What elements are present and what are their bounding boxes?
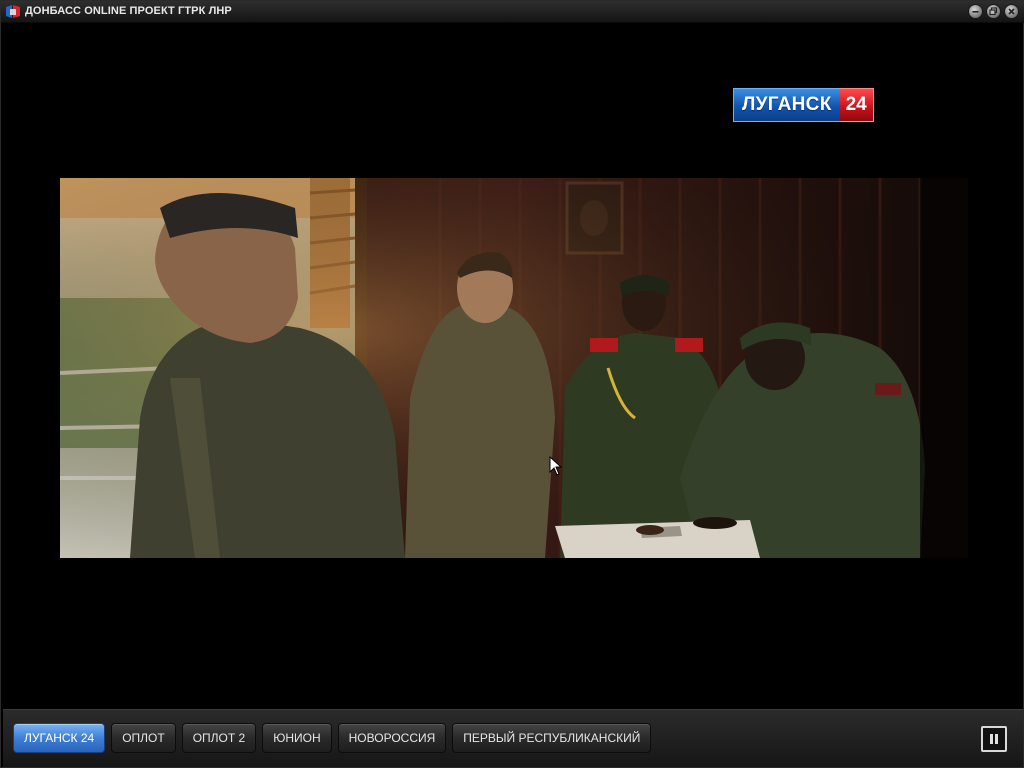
channel-logo-name: ЛУГАНСК — [733, 88, 840, 122]
channel-button-union[interactable]: ЮНИОН — [262, 723, 332, 753]
mouse-cursor-icon — [549, 456, 562, 476]
restore-icon — [987, 5, 1000, 18]
channel-button-lugansk-24[interactable]: ЛУГАНСК 24 — [13, 723, 106, 753]
channel-button-perviy-respublikanskiy[interactable]: ПЕРВЫЙ РЕСПУБЛИКАНСКИЙ — [452, 723, 652, 753]
player-window: ДОНБАСС ONLINE ПРОЕКТ ГТРК ЛНР ЛУГАНСК 2… — [0, 0, 1024, 768]
channel-button-oplot-2[interactable]: ОПЛОТ 2 — [181, 723, 257, 753]
restore-button[interactable] — [986, 4, 1001, 19]
channel-list: ЛУГАНСК 24 ОПЛОТ ОПЛОТ 2 ЮНИОН НОВОРОССИ… — [13, 723, 652, 753]
channel-button-novorossiya[interactable]: НОВОРОССИЯ — [337, 723, 447, 753]
close-button[interactable] — [1004, 4, 1019, 19]
channel-toolbar: ЛУГАНСК 24 ОПЛОТ ОПЛОТ 2 ЮНИОН НОВОРОССИ… — [3, 709, 1023, 767]
minimize-button[interactable] — [968, 4, 983, 19]
video-player[interactable]: ЛУГАНСК 24 — [3, 24, 1023, 709]
minimize-icon — [969, 5, 982, 18]
app-logo-icon — [6, 5, 20, 18]
title-bar[interactable]: ДОНБАСС ONLINE ПРОЕКТ ГТРК ЛНР — [1, 1, 1024, 23]
window-title: ДОНБАСС ONLINE ПРОЕКТ ГТРК ЛНР — [25, 5, 232, 17]
video-frame[interactable] — [60, 178, 968, 558]
channel-button-oplot[interactable]: ОПЛОТ — [111, 723, 176, 753]
video-scene-image — [60, 178, 968, 558]
channel-logo-number: 24 — [839, 88, 874, 122]
pause-button[interactable] — [981, 726, 1007, 752]
channel-logo: ЛУГАНСК 24 — [733, 88, 874, 124]
close-icon — [1005, 5, 1018, 18]
